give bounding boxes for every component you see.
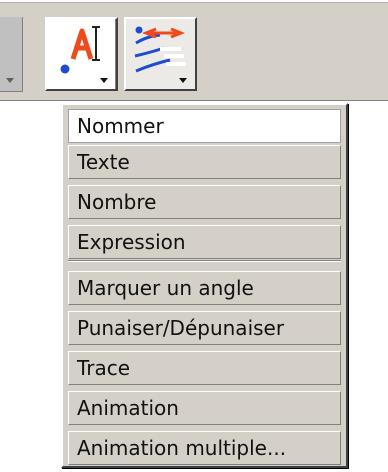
menu-item-marquer-un-angle[interactable]: Marquer un angle — [68, 271, 341, 305]
chevron-down-icon — [179, 78, 187, 83]
menu-item-animation[interactable]: Animation — [68, 391, 341, 425]
tool-dropdown-menu: Nommer Texte Nombre Expression Marquer u… — [61, 103, 348, 468]
previous-tool-button[interactable] — [0, 17, 23, 92]
text-tool-button[interactable] — [45, 17, 118, 91]
toolbar-top-border — [0, 0, 388, 3]
menu-item-expression[interactable]: Expression — [68, 225, 341, 259]
toolbar — [0, 0, 388, 101]
menu-item-animation-multiple[interactable]: Animation multiple... — [68, 431, 341, 465]
menu-item-punaiser-depunaiser[interactable]: Punaiser/Dépunaiser — [68, 311, 341, 345]
menu-item-texte[interactable]: Texte — [68, 145, 341, 179]
menu-separator — [68, 257, 341, 265]
toolbar-bottom-border — [0, 100, 388, 101]
locus-tool-button[interactable] — [124, 17, 197, 91]
menu-item-nommer[interactable]: Nommer — [68, 109, 341, 143]
chevron-down-icon — [6, 78, 14, 83]
chevron-down-icon — [100, 78, 108, 83]
menu-item-trace[interactable]: Trace — [68, 351, 341, 385]
menu-item-nombre[interactable]: Nombre — [68, 185, 341, 219]
